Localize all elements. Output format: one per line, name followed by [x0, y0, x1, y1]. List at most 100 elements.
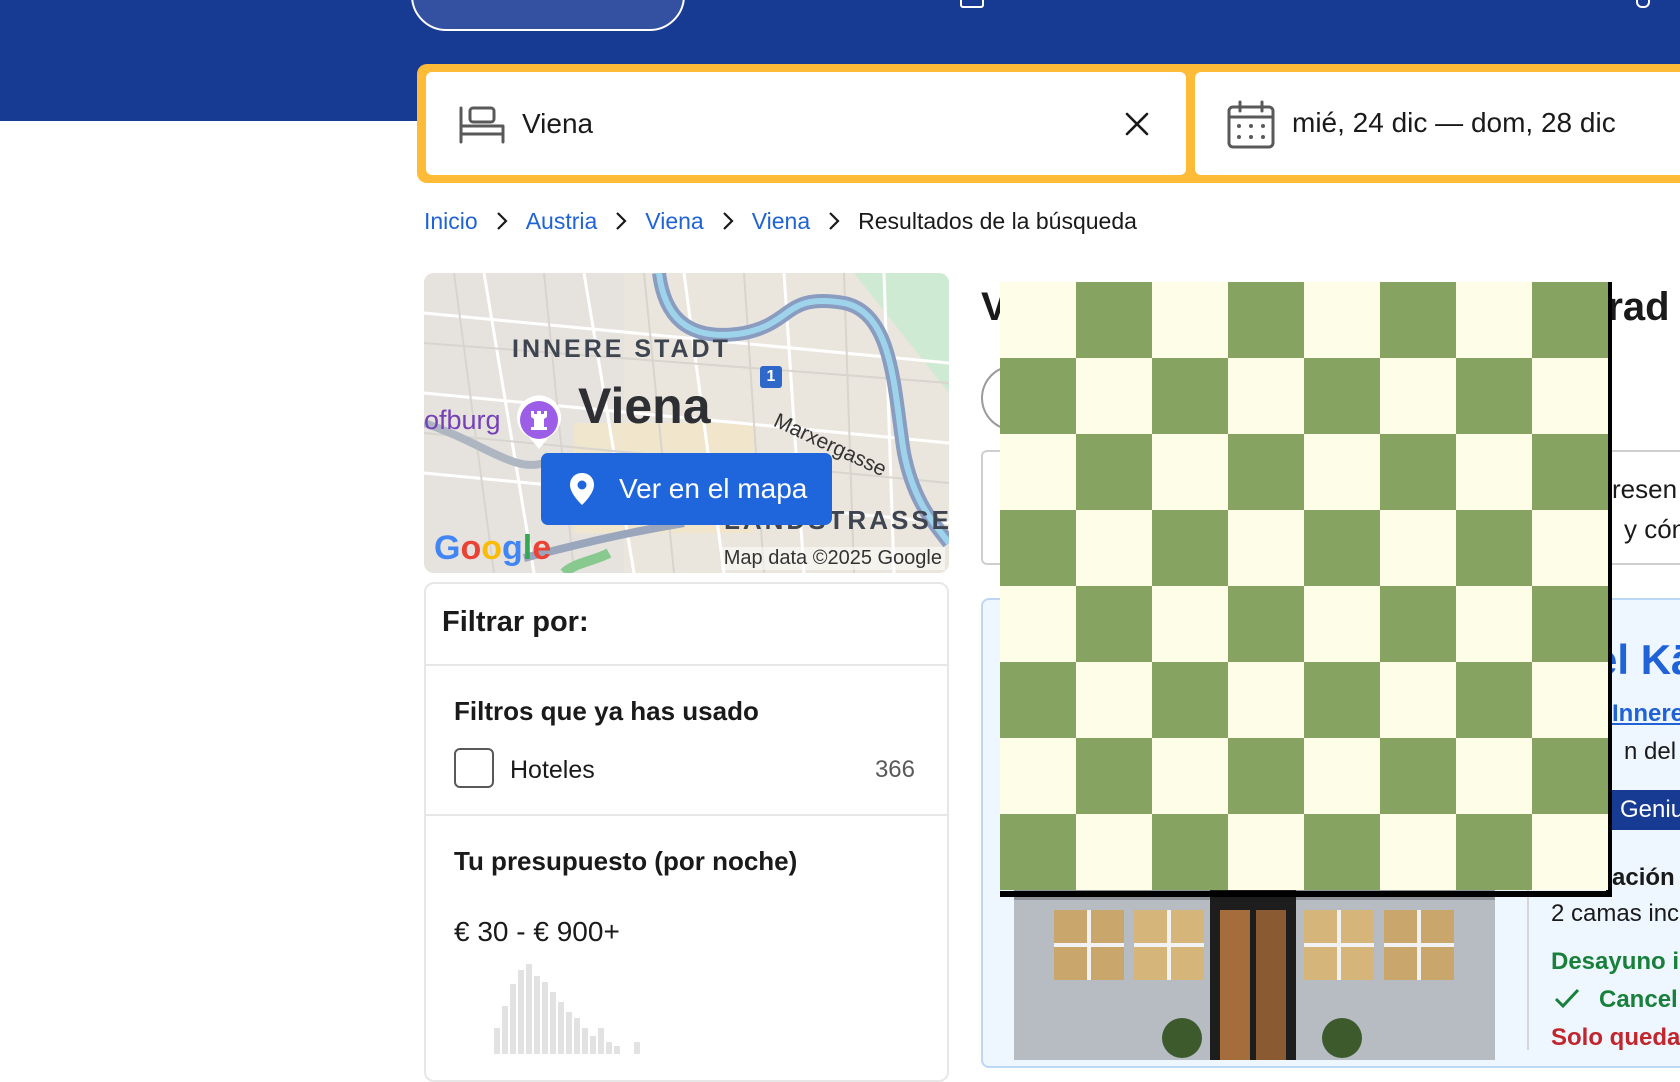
board-square[interactable]	[1000, 662, 1076, 738]
board-square[interactable]	[1380, 586, 1456, 662]
board-square[interactable]	[1456, 510, 1532, 586]
board-square[interactable]	[1000, 510, 1076, 586]
board-square[interactable]	[1304, 510, 1380, 586]
board-square[interactable]	[1228, 738, 1304, 814]
dates-value[interactable]: mié, 24 dic — dom, 28 dic	[1292, 107, 1616, 139]
attractions-tab[interactable]	[1250, 0, 1290, 8]
board-square[interactable]	[1532, 358, 1608, 434]
view-map-button[interactable]: Ver en el mapa	[541, 453, 832, 525]
board-square[interactable]	[1076, 662, 1152, 738]
availability-warning: Solo queda	[1551, 1024, 1680, 1051]
castle-pin-icon	[517, 395, 561, 449]
board-square[interactable]	[1456, 586, 1532, 662]
chessboard-overlay[interactable]	[1000, 282, 1612, 897]
board-square[interactable]	[1304, 434, 1380, 510]
bed-icon	[459, 106, 505, 144]
board-square[interactable]	[1304, 738, 1380, 814]
board-square[interactable]	[1532, 662, 1608, 738]
board-square[interactable]	[1456, 358, 1532, 434]
board-square[interactable]	[1380, 814, 1456, 890]
flights-tab[interactable]	[712, 0, 772, 8]
board-square[interactable]	[1000, 738, 1076, 814]
breadcrumb-region[interactable]: Viena	[645, 208, 703, 235]
divider	[426, 664, 947, 666]
breadcrumb-city[interactable]: Viena	[752, 208, 810, 235]
destination-input[interactable]: Viena	[522, 108, 593, 140]
board-square[interactable]	[1000, 586, 1076, 662]
genius-badge: Geniu	[1612, 790, 1680, 830]
board-square[interactable]	[1456, 814, 1532, 890]
board-square[interactable]	[1000, 814, 1076, 890]
board-square[interactable]	[1532, 814, 1608, 890]
board-square[interactable]	[1228, 510, 1304, 586]
board-square[interactable]	[1456, 662, 1532, 738]
board-square[interactable]	[1304, 662, 1380, 738]
board-square[interactable]	[1152, 434, 1228, 510]
board-square[interactable]	[1228, 662, 1304, 738]
account-icon[interactable]	[1636, 0, 1650, 8]
breakfast-info: Desayuno i	[1551, 948, 1680, 975]
board-square[interactable]	[1532, 586, 1608, 662]
board-square[interactable]	[1000, 434, 1076, 510]
board-square[interactable]	[1380, 510, 1456, 586]
board-square[interactable]	[1228, 282, 1304, 358]
board-square[interactable]	[1076, 738, 1152, 814]
board-square[interactable]	[1304, 282, 1380, 358]
map-city-label: Viena	[578, 378, 711, 434]
board-square[interactable]	[1076, 510, 1152, 586]
board-square[interactable]	[1532, 282, 1608, 358]
board-square[interactable]	[1152, 662, 1228, 738]
board-square[interactable]	[1456, 282, 1532, 358]
board-square[interactable]	[1228, 434, 1304, 510]
board-square[interactable]	[1380, 282, 1456, 358]
breadcrumb: Inicio Austria Viena Viena Resultados de…	[424, 206, 1137, 236]
stays-tab[interactable]	[411, 0, 685, 31]
board-square[interactable]	[1152, 510, 1228, 586]
board-square[interactable]	[1076, 586, 1152, 662]
board-square[interactable]	[1532, 434, 1608, 510]
breadcrumb-home[interactable]: Inicio	[424, 208, 478, 235]
board-square[interactable]	[1304, 586, 1380, 662]
beds-info: 2 camas inc	[1551, 900, 1680, 927]
car-rental-icon[interactable]	[960, 0, 984, 8]
board-square[interactable]	[1000, 358, 1076, 434]
hotels-label[interactable]: Hoteles	[510, 756, 595, 785]
board-square[interactable]	[1532, 510, 1608, 586]
map-preview[interactable]: INNERE STADT 1 Viena ofburg Marxergasse …	[424, 273, 949, 573]
board-square[interactable]	[1380, 662, 1456, 738]
board-square[interactable]	[1380, 738, 1456, 814]
info-box-tail	[1611, 450, 1680, 565]
board-square[interactable]	[1532, 738, 1608, 814]
board-square[interactable]	[1152, 586, 1228, 662]
board-square[interactable]	[1000, 282, 1076, 358]
board-square[interactable]	[1304, 358, 1380, 434]
map-copyright: Map data ©2025 Google	[720, 547, 945, 570]
property-photo[interactable]	[1014, 880, 1495, 1060]
map-route-shield: 1	[760, 366, 782, 388]
property-distance: n del c	[1624, 738, 1680, 765]
close-icon[interactable]	[1124, 111, 1150, 137]
hotels-checkbox[interactable]	[454, 748, 494, 788]
chevron-right-icon	[496, 212, 508, 230]
board-square[interactable]	[1456, 738, 1532, 814]
board-square[interactable]	[1380, 434, 1456, 510]
board-square[interactable]	[1076, 282, 1152, 358]
board-square[interactable]	[1152, 358, 1228, 434]
board-square[interactable]	[1152, 282, 1228, 358]
board-square[interactable]	[1076, 814, 1152, 890]
board-square[interactable]	[1304, 814, 1380, 890]
property-location-link[interactable]: Innere	[1612, 700, 1680, 728]
board-square[interactable]	[1152, 814, 1228, 890]
board-square[interactable]	[1456, 434, 1532, 510]
board-square[interactable]	[1228, 358, 1304, 434]
board-square[interactable]	[1228, 814, 1304, 890]
budget-range: € 30 - € 900+	[454, 916, 620, 947]
info-text-line2: y cón	[1624, 514, 1680, 544]
board-square[interactable]	[1152, 738, 1228, 814]
board-square[interactable]	[1076, 358, 1152, 434]
board-square[interactable]	[1380, 358, 1456, 434]
breadcrumb-country[interactable]: Austria	[526, 208, 598, 235]
board-square[interactable]	[1076, 434, 1152, 510]
filter-title: Filtrar por:	[442, 606, 589, 638]
board-square[interactable]	[1228, 586, 1304, 662]
